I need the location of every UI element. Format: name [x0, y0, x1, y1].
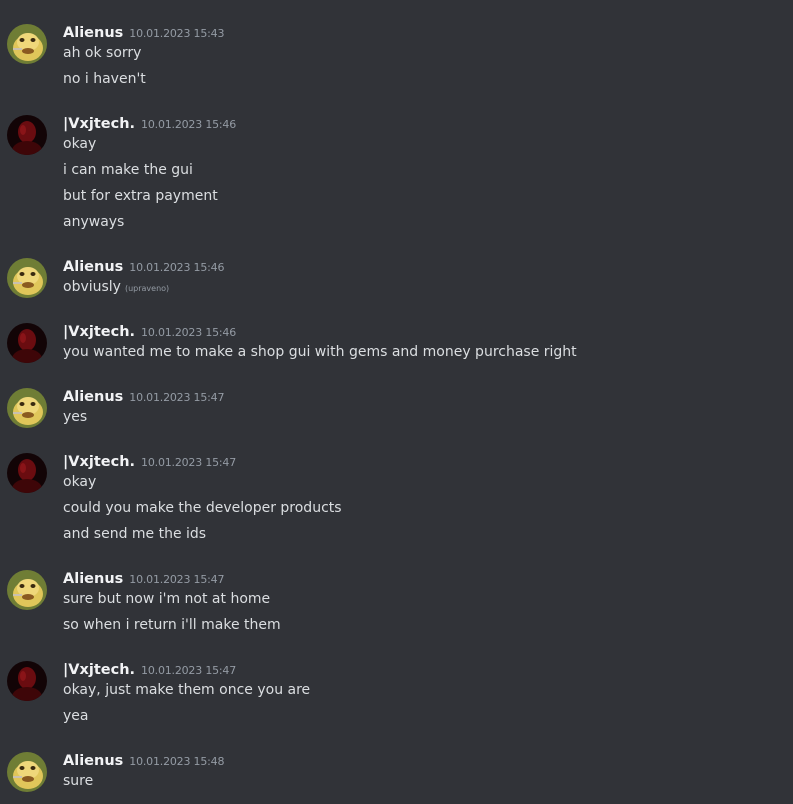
message-header: |Vxjtech. 10.01.2023 15:47: [63, 451, 237, 470]
chat-messages: Alienus 10.01.2023 15:43 ah ok sorry no i…: [0, 0, 793, 804]
message-text: yea: [63, 708, 89, 724]
dark-red-avatar-icon[interactable]: [7, 453, 47, 493]
message-text: so when i return i'll make them: [63, 617, 281, 633]
message-body: obviusly: [63, 279, 121, 295]
message-text: could you make the developer products: [63, 500, 342, 516]
message-header: Alienus 10.01.2023 15:48: [63, 750, 225, 769]
timestamp: 10.01.2023 15:47: [141, 456, 237, 469]
timestamp: 10.01.2023 15:43: [129, 27, 225, 40]
username[interactable]: |Vxjtech.: [63, 324, 135, 340]
doge-avatar-icon[interactable]: [7, 570, 47, 610]
message-header: |Vxjtech. 10.01.2023 15:46: [63, 321, 237, 340]
doge-avatar-icon[interactable]: [7, 24, 47, 64]
username[interactable]: |Vxjtech.: [63, 116, 135, 132]
message-text: okay, just make them once you are: [63, 682, 311, 698]
message-text: sure: [63, 773, 94, 789]
message-text: i can make the gui: [63, 162, 193, 178]
message-header: Alienus 10.01.2023 15:43: [63, 22, 225, 41]
message-text: yes: [63, 409, 88, 425]
message-header: Alienus 10.01.2023 15:47: [63, 386, 225, 405]
doge-avatar-icon[interactable]: [7, 388, 47, 428]
timestamp: 10.01.2023 15:46: [141, 118, 237, 131]
username[interactable]: Alienus: [63, 25, 123, 41]
username[interactable]: Alienus: [63, 571, 123, 587]
message-text: but for extra payment: [63, 188, 218, 204]
message-header: |Vxjtech. 10.01.2023 15:47: [63, 659, 237, 678]
message-text: and send me the ids: [63, 526, 207, 542]
timestamp: 10.01.2023 15:47: [141, 664, 237, 677]
message-header: |Vxjtech. 10.01.2023 15:46: [63, 113, 237, 132]
message-text: okay: [63, 136, 97, 152]
message-text: sure but now i'm not at home: [63, 591, 271, 607]
timestamp: 10.01.2023 15:46: [129, 261, 225, 274]
message-text: you wanted me to make a shop gui with ge…: [63, 344, 577, 360]
username[interactable]: Alienus: [63, 753, 123, 769]
message-text: obviusly (upraveno): [63, 278, 169, 298]
timestamp: 10.01.2023 15:48: [129, 755, 225, 768]
message-text: no i haven't: [63, 71, 146, 87]
timestamp: 10.01.2023 15:47: [129, 391, 225, 404]
username[interactable]: |Vxjtech.: [63, 454, 135, 470]
username[interactable]: |Vxjtech.: [63, 662, 135, 678]
dark-red-avatar-icon[interactable]: [7, 115, 47, 155]
doge-avatar-icon[interactable]: [7, 258, 47, 298]
username[interactable]: Alienus: [63, 389, 123, 405]
dark-red-avatar-icon[interactable]: [7, 323, 47, 363]
timestamp: 10.01.2023 15:46: [141, 326, 237, 339]
timestamp: 10.01.2023 15:47: [129, 573, 225, 586]
message-text: okay: [63, 474, 97, 490]
message-header: Alienus 10.01.2023 15:46: [63, 256, 225, 275]
dark-red-avatar-icon[interactable]: [7, 661, 47, 701]
message-header: Alienus 10.01.2023 15:47: [63, 568, 225, 587]
message-text: anyways: [63, 214, 125, 230]
doge-avatar-icon[interactable]: [7, 752, 47, 792]
message-text: ah ok sorry: [63, 45, 142, 61]
username[interactable]: Alienus: [63, 259, 123, 275]
edited-label: (upraveno): [124, 284, 170, 293]
